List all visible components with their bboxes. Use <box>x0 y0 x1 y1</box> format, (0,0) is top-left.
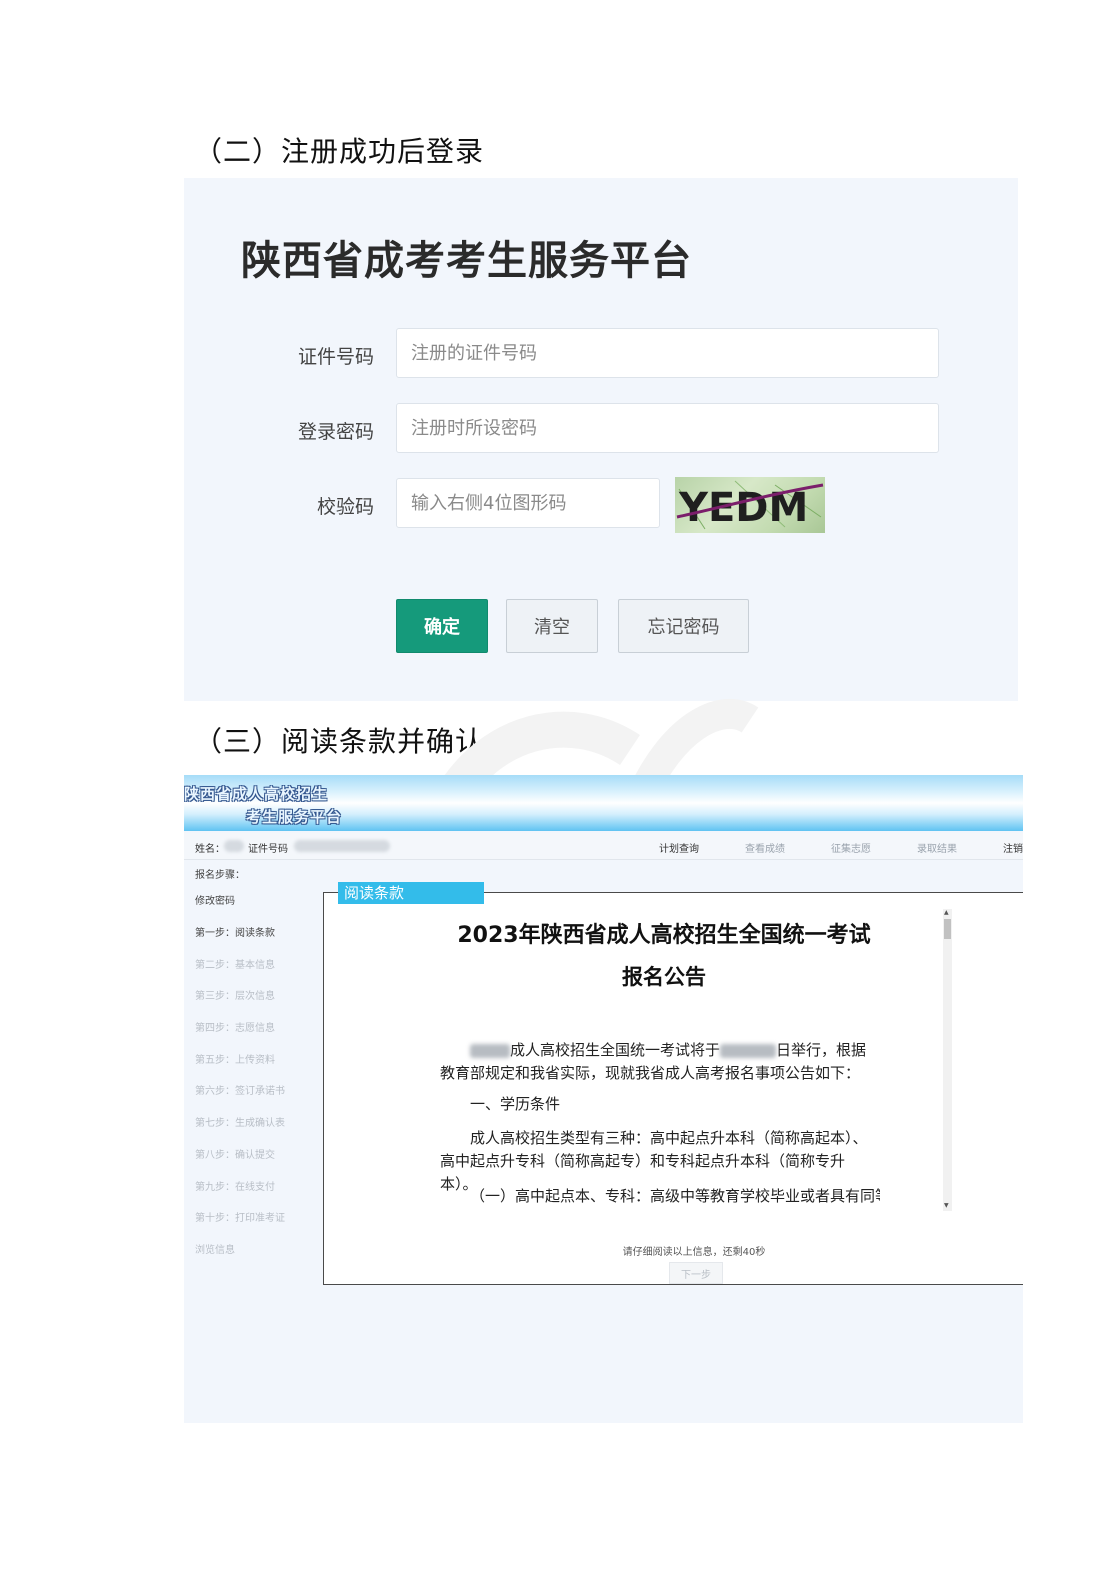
redacted-name <box>224 840 244 852</box>
nav-view-score[interactable]: 查看成绩 <box>745 840 785 855</box>
captcha-input[interactable] <box>396 478 660 528</box>
platform-title: 陕西省成考考生服务平台 <box>241 238 692 284</box>
step-item[interactable]: 第七步：生成确认表 <box>195 1114 285 1129</box>
step-item[interactable]: 第一步：阅读条款 <box>195 924 275 939</box>
id-number-input[interactable] <box>396 328 939 378</box>
scroll-down-icon[interactable]: ▼ <box>944 1203 949 1209</box>
step-item[interactable]: 第四步：志愿信息 <box>195 1019 275 1034</box>
captcha-graphic: YEDM <box>676 480 824 531</box>
panel-tab-read-terms: 阅读条款 <box>338 882 484 904</box>
notice-title: 2023年陕西省成人高校招生全国统一考试 <box>457 923 871 948</box>
step-item[interactable]: 第六步：签订承诺书 <box>195 1082 285 1097</box>
banner-title-line1: 陕西省成人高校招生 <box>184 785 329 803</box>
id-number-label: 证件号码 <box>297 346 374 368</box>
captcha-label: 校验码 <box>316 496 374 518</box>
scrollbar-thumb[interactable] <box>944 919 951 939</box>
banner-title-line2: 考生服务平台 <box>246 808 343 826</box>
step-item[interactable]: 第五步：上传资料 <box>195 1051 275 1066</box>
portal-banner: 陕西省成人高校招生 考生服务平台 <box>184 775 1023 831</box>
forgot-password-button[interactable]: 忘记密码 <box>618 599 749 653</box>
clear-button[interactable]: 清空 <box>506 599 598 653</box>
notice-paragraph-text: 成人高校招生全国统一考试将于 <box>510 1041 721 1059</box>
login-screenshot: 陕西省成考考生服务平台 证件号码 登录密码 校验码 YEDM 确定 清空 忘记密… <box>184 178 1018 701</box>
step-item[interactable]: 第九步：在线支付 <box>195 1178 275 1193</box>
notice-section-heading: 一、学历条件 <box>470 1095 561 1113</box>
user-topbar: 姓名： 证件号码 计划查询 查看成绩 征集志愿 录取结果 注销 <box>184 833 1023 860</box>
steps-header: 报名步骤： <box>195 870 245 881</box>
nav-admission-result[interactable]: 录取结果 <box>917 840 957 855</box>
section-heading-terms: （三）阅读条款并确认 <box>194 725 485 758</box>
confirm-button[interactable]: 确定 <box>396 599 488 653</box>
password-input[interactable] <box>396 403 939 453</box>
password-label: 登录密码 <box>297 421 374 443</box>
scroll-up-icon[interactable]: ▲ <box>944 910 949 916</box>
nav-volunteer[interactable]: 征集志愿 <box>831 840 871 855</box>
step-item[interactable]: 第八步：确认提交 <box>195 1146 275 1161</box>
notice-scrollbar[interactable]: ▲ ▼ <box>943 909 952 1211</box>
step-item[interactable]: 第三步：层次信息 <box>195 987 275 1002</box>
captcha-image[interactable]: YEDM <box>675 477 825 533</box>
redacted-year <box>470 1043 510 1058</box>
step-item[interactable]: 第二步：基本信息 <box>195 956 275 971</box>
terms-panel: 阅读条款 2023年陕西省成人高校招生全国统一考试 报名公告 成人高校招生全国统… <box>323 882 1023 1285</box>
redacted-id-number <box>294 840 390 852</box>
notice-paragraph: 成人高校招生全国统一考试将于 日举行，根据教育部规定和我省实际，现就我省成人高考报… <box>440 1039 880 1085</box>
terms-screenshot: 陕西省成人高校招生 考生服务平台 姓名： 证件号码 计划查询 查看成绩 征集志愿… <box>184 775 1023 1423</box>
redacted-date <box>720 1043 777 1058</box>
browse-info-link[interactable]: 浏览信息 <box>195 1241 235 1256</box>
section-heading-login: （二）注册成功后登录 <box>194 135 485 168</box>
notice-paragraph: （一）高中起点本、专科：高级中等教育学校毕业或者具有同等学 <box>470 1187 880 1205</box>
name-label: 姓名： <box>195 844 225 855</box>
change-password-link[interactable]: 修改密码 <box>195 892 235 907</box>
nav-logout[interactable]: 注销 <box>1003 840 1023 855</box>
next-step-button[interactable]: 下一步 <box>669 1262 723 1284</box>
nav-plan-query[interactable]: 计划查询 <box>659 840 699 855</box>
step-item[interactable]: 第十步：打印准考证 <box>195 1209 285 1224</box>
countdown-text: 请仔细阅读以上信息，还剩40秒 <box>622 1247 766 1258</box>
notice-subtitle: 报名公告 <box>622 965 706 989</box>
id-number-label: 证件号码 <box>248 844 288 855</box>
